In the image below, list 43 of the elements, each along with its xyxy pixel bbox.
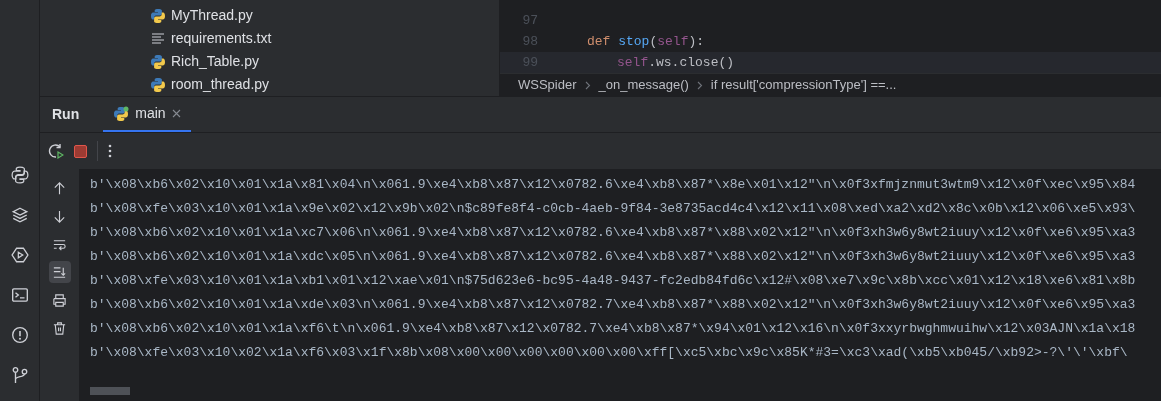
- horizontal-scrollbar[interactable]: [90, 387, 130, 395]
- file-name[interactable]: room_thread.py: [171, 74, 270, 95]
- output-line: b'\x08\xb6\x02\x10\x01\x1a\xde\x03\n\x061.9\xe4\xb8\x87\x12\x0782.7\xe4\xb8\x87*\x88\x02\x12"\n\x0f3xh3w6y8wt2iuuy\x12\x0f\xe6\x95\xa3: [90, 296, 1137, 314]
- output-line: b'\x08\xfe\x03\x10\x01\x1a\x9e\x02\x12\x9b\x02\n$c89fe8f4-c0cb-4aeb-9f84-3e8735acd4c4\x12\x11\x08\xed\xa2\xd2\x8c\x0b\x12\x06\xe5\x93\: [90, 200, 1137, 218]
- run-tab[interactable]: main: [103, 97, 191, 132]
- arrow-down-icon: [52, 208, 67, 224]
- trash-icon: [52, 320, 67, 336]
- python-file-icon: [150, 53, 166, 70]
- file-name[interactable]: MyThread.py: [171, 5, 253, 26]
- code-line: self.ws.close(): [617, 53, 735, 72]
- warning-icon[interactable]: [10, 326, 29, 344]
- text-file-icon: [150, 30, 166, 47]
- printer-icon: [52, 292, 67, 308]
- breadcrumb[interactable]: _on_message(): [598, 75, 689, 95]
- panel-title: Run: [52, 105, 80, 124]
- python-file-icon: [150, 76, 166, 93]
- output-line: b'\x08\xb6\x02\x10\x01\x1a\xc7\x06\n\x061.9\xe4\xb8\x87\x12\x0782.6\xe4\xb8\x87*\x88\x02\x12"\n\x0f3xh3w6y8wt2iuuy\x12\x0f\xe6\x95\xa3: [90, 224, 1137, 242]
- output-line: b'\x08\xb6\x02\x10\x01\x1a\xdc\x05\n\x061.9\xe4\xb8\x87\x12\x0782.6\xe4\xb8\x87*\x88\x02\x12"\n\x0f3xh3w6y8wt2iuuy\x12\x0f\xe6\x95\xa3: [90, 248, 1137, 266]
- chevron-icon: [584, 80, 591, 90]
- scroll-to-end-icon: [52, 264, 67, 280]
- python-icon[interactable]: [10, 166, 29, 184]
- output-line: b'\x08\xfe\x03\x10\x02\x1a\xf6\x03\x1f\x8b\x08\x00\x00\x00\x00\x00\x00\xff[\xc5\xbc\x9c\x85K*#3=\xc3\xad(\xb5\xb045/\xb92>-?\'\'\xbf\: [90, 344, 1129, 362]
- terminal-icon[interactable]: [10, 286, 29, 304]
- breadcrumb[interactable]: WSSpider: [518, 75, 577, 95]
- layers-icon[interactable]: [10, 206, 29, 224]
- scroll-to-end-button[interactable]: [48, 261, 71, 283]
- python-icon: [113, 105, 130, 122]
- git-branch-icon[interactable]: [10, 366, 29, 384]
- output-line: b'\x08\xb6\x02\x10\x01\x1a\x81\x04\n\x061.9\xe4\xb8\x87\x12\x0782.6\xe4\xb8\x87*\x8e\x01\x12"\n\x0f3xfmjznmut3wtm9\x12\x0f\xec\x95\x84: [90, 176, 1137, 194]
- python-file-icon: [150, 7, 166, 24]
- run-icon[interactable]: [10, 246, 29, 264]
- stop-button[interactable]: [74, 144, 87, 158]
- output-line: b'\x08\xfe\x03\x10\x01\x1a\xb1\x01\x12\xae\x01\n$75d623e6-bc95-4a48-9437-fc2edb84fd6c\x12#\x08\xe7\x9c\x8b\xcc\x01\x12\x18\xe6\x81\x8b: [90, 272, 1137, 290]
- code-line: def stop(self):: [587, 32, 705, 51]
- breadcrumb[interactable]: if result['compressionType'] ==...: [710, 75, 897, 95]
- close-icon[interactable]: [171, 109, 181, 118]
- arrow-up-icon: [52, 180, 67, 196]
- more-options-icon[interactable]: [108, 144, 112, 158]
- file-name[interactable]: Rich_Table.py: [171, 51, 259, 72]
- rerun-icon[interactable]: [48, 143, 64, 159]
- output-line: b'\x08\xb6\x02\x10\x01\x1a\xf6\t\n\x061.9\xe4\xb8\x87\x12\x0782.7\xe4\xb8\x87*\x94\x01\x12\x16\n\x0f3xxyrbwghmwuihw\x12\x03AJN\x1a\x18: [90, 320, 1137, 338]
- file-name[interactable]: requirements.txt: [171, 28, 272, 49]
- chevron-icon: [696, 80, 703, 90]
